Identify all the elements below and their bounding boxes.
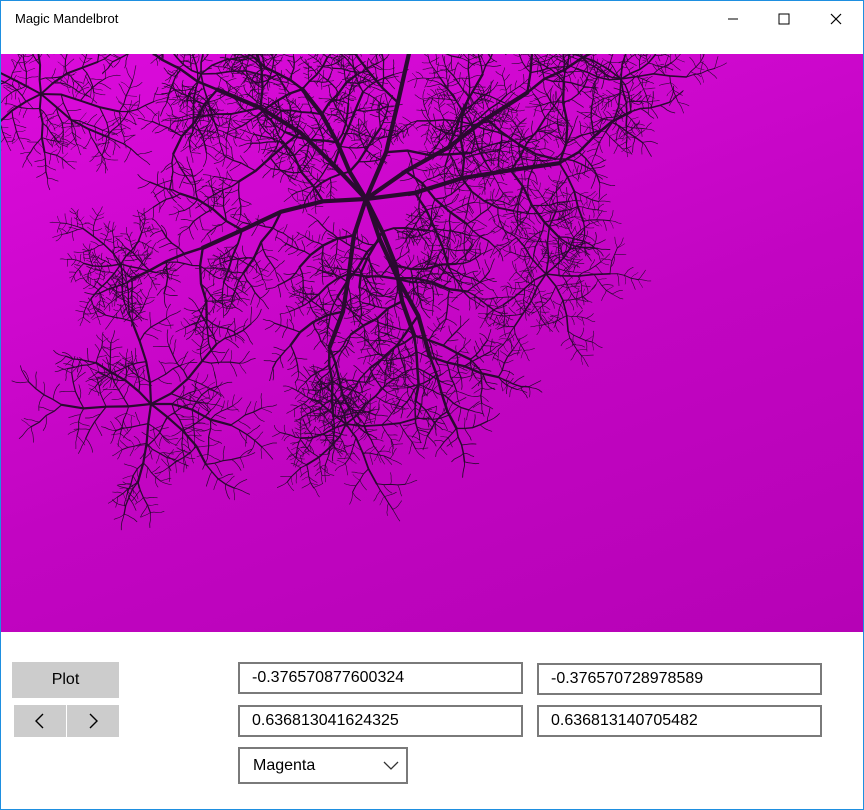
window-title: Magic Mandelbrot	[15, 11, 119, 26]
real-min-field[interactable]: -0.376570877600324	[238, 662, 523, 694]
title-bar[interactable]: Magic Mandelbrot	[1, 1, 863, 37]
imag-min-field[interactable]: 0.636813041624325	[238, 705, 523, 737]
app-window: Magic Mandelbrot Plot -0.376570877600324…	[0, 0, 864, 810]
maximize-button[interactable]	[760, 1, 808, 37]
minimize-icon	[728, 18, 738, 20]
color-select[interactable]: Magenta	[238, 747, 408, 784]
close-button[interactable]	[812, 1, 860, 37]
fractal-canvas[interactable]	[1, 54, 863, 632]
next-button[interactable]	[67, 705, 119, 737]
chevron-right-icon	[89, 713, 98, 729]
chevron-left-icon	[35, 713, 44, 729]
chevron-down-icon	[383, 761, 399, 770]
previous-button[interactable]	[14, 705, 66, 737]
fractal-image	[1, 54, 727, 531]
maximize-icon	[778, 13, 790, 25]
real-max-field[interactable]: -0.376570728978589	[537, 663, 822, 695]
imag-max-field[interactable]: 0.636813140705482	[537, 705, 822, 737]
minimize-button[interactable]	[709, 1, 757, 37]
plot-button[interactable]: Plot	[12, 662, 119, 698]
close-icon	[830, 13, 842, 25]
color-select-value: Magenta	[253, 757, 316, 774]
